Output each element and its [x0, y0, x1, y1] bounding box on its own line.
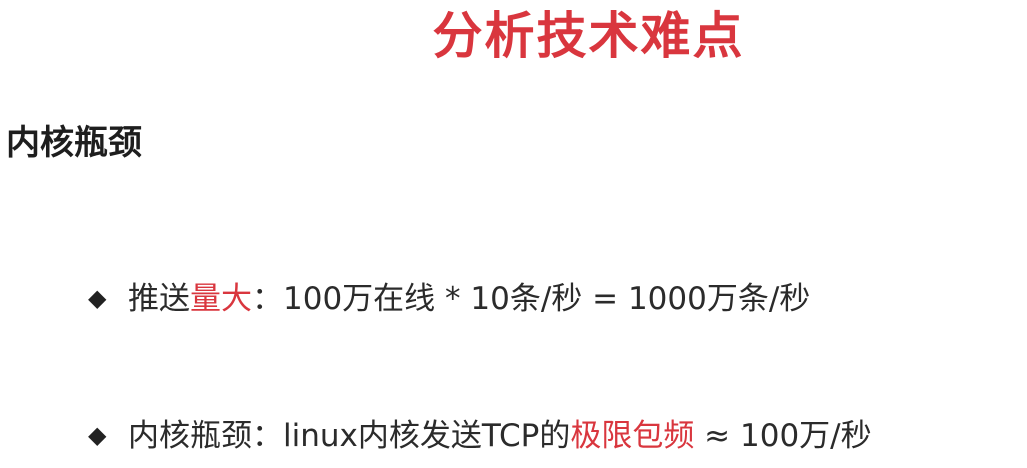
bullet-prefix: 内核瓶颈：linux内核发送TCP的 [128, 418, 571, 454]
slide: 分析技术难点 内核瓶颈 ◆ 推送量大：100万在线 * 10条/秒 = 1000万… [0, 0, 1027, 468]
section-heading: 内核瓶颈 [6, 123, 142, 163]
bullet-item-push-volume: ◆ 推送量大：100万在线 * 10条/秒 = 1000万条/秒 [88, 276, 810, 321]
bullet-highlight: 极限包频 [570, 418, 695, 454]
bullet-suffix: ：100万在线 * 10条/秒 = 1000万条/秒 [252, 281, 811, 317]
bullet-item-kernel-bottleneck: ◆ 内核瓶颈：linux内核发送TCP的极限包频 ≈ 100万/秒 [88, 413, 872, 458]
diamond-bullet-icon: ◆ [88, 284, 107, 312]
diamond-bullet-icon: ◆ [88, 421, 107, 449]
bullet-suffix: ≈ 100万/秒 [694, 418, 872, 454]
bullet-highlight: 量大 [190, 281, 252, 317]
bullet-prefix: 推送 [128, 281, 190, 317]
slide-title: 分析技术难点 [432, 7, 745, 65]
